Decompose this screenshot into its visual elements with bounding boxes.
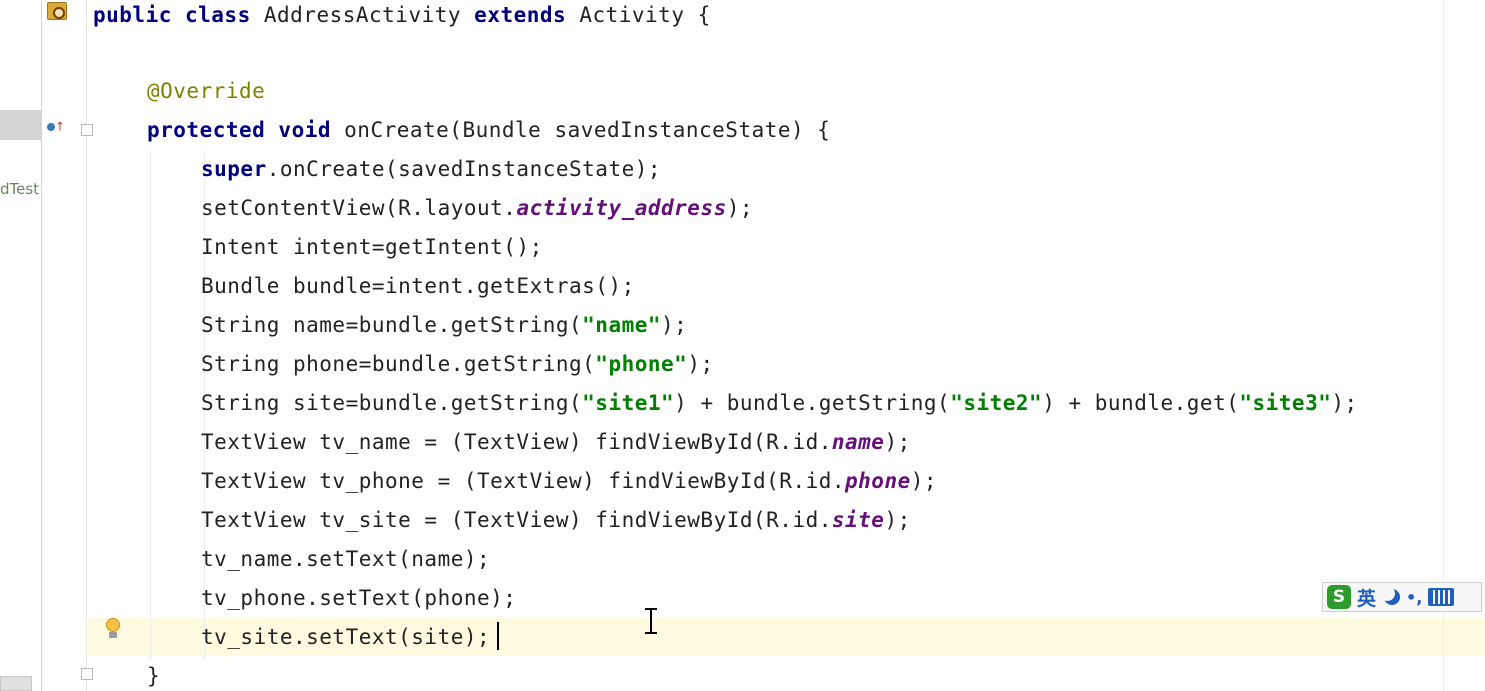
code-token: .onCreate(savedInstanceState); xyxy=(266,157,662,181)
text-caret xyxy=(497,622,499,650)
code-line[interactable]: TextView tv_name = (TextView) findViewBy… xyxy=(201,427,911,457)
code-line[interactable]: } xyxy=(147,661,160,691)
code-token: ) + bundle.getString( xyxy=(674,391,951,415)
indent-guide xyxy=(150,150,151,660)
code-line[interactable]: TextView tv_phone = (TextView) findViewB… xyxy=(201,466,937,496)
code-line[interactable]: tv_phone.setText(phone); xyxy=(201,583,516,613)
code-token: activity_address xyxy=(516,196,727,220)
ime-language-toggle[interactable]: 英 xyxy=(1357,584,1376,611)
project-tree-selected-row[interactable] xyxy=(0,110,42,140)
code-line[interactable]: Intent intent=getIntent(); xyxy=(201,232,543,262)
sogou-logo-icon[interactable]: S xyxy=(1327,585,1351,609)
code-token: "name" xyxy=(582,313,662,337)
code-token: extends xyxy=(474,3,580,27)
code-token: "site1" xyxy=(582,391,675,415)
code-token: ) + bundle.get( xyxy=(1042,391,1240,415)
code-token: "phone" xyxy=(595,352,688,376)
code-line[interactable]: setContentView(R.layout.activity_address… xyxy=(201,193,753,223)
panel-scroll-thumb[interactable] xyxy=(0,676,32,691)
editor-gutter[interactable]: ↑ xyxy=(43,0,120,691)
code-line[interactable]: protected void onCreate(Bundle savedInst… xyxy=(147,115,830,145)
code-token: tv_name.setText(name); xyxy=(201,547,491,571)
code-token: phone xyxy=(845,469,911,493)
code-token: tv_phone.setText(phone); xyxy=(201,586,517,610)
keyboard-icon[interactable] xyxy=(1428,588,1455,606)
code-line[interactable]: String phone=bundle.getString("phone"); xyxy=(201,349,714,379)
code-line[interactable]: Bundle bundle=intent.getExtras(); xyxy=(201,271,635,301)
code-token: ); xyxy=(884,430,911,454)
code-token: Bundle bundle=intent.getExtras(); xyxy=(201,274,635,298)
code-line[interactable]: String name=bundle.getString("name"); xyxy=(201,310,687,340)
code-token: Intent intent=getIntent(); xyxy=(201,235,543,259)
code-token: site xyxy=(831,508,885,532)
ibeam-cursor-icon xyxy=(644,608,658,634)
code-token: TextView tv_site = (TextView) findViewBy… xyxy=(201,508,832,532)
project-panel-edge: dTest xyxy=(0,0,42,691)
code-token: Activity { xyxy=(579,3,711,27)
code-token: super xyxy=(201,157,267,181)
code-token: ); xyxy=(687,352,714,376)
code-token: @Override xyxy=(147,79,266,103)
code-token: "site2" xyxy=(950,391,1043,415)
code-token: onCreate(Bundle savedInstanceState) { xyxy=(344,118,831,142)
code-line[interactable]: super.onCreate(savedInstanceState); xyxy=(201,154,661,184)
override-method-icon[interactable]: ↑ xyxy=(47,118,67,134)
code-line[interactable]: @Override xyxy=(147,76,265,106)
code-token: AddressActivity xyxy=(263,3,475,27)
code-token: TextView tv_phone = (TextView) findViewB… xyxy=(201,469,846,493)
code-line[interactable]: tv_name.setText(name); xyxy=(201,544,490,574)
code-token: } xyxy=(147,664,161,688)
code-token: "site3" xyxy=(1239,391,1332,415)
code-token: ); xyxy=(726,196,754,220)
code-line[interactable]: tv_site.setText(site); xyxy=(201,622,490,652)
code-editor[interactable]: public class AddressActivity extends Act… xyxy=(88,0,1485,691)
punctuation-icon[interactable]: •, xyxy=(1406,588,1422,607)
moon-icon[interactable] xyxy=(1380,586,1401,606)
code-token: ); xyxy=(910,469,938,493)
code-line[interactable]: TextView tv_site = (TextView) findViewBy… xyxy=(201,505,911,535)
code-token: TextView tv_name = (TextView) findViewBy… xyxy=(201,430,832,454)
code-token: ); xyxy=(661,313,688,337)
code-token: public class xyxy=(93,3,264,27)
ime-toolbar[interactable]: S 英 •, xyxy=(1322,582,1482,612)
code-line[interactable]: String site=bundle.getString("site1") + … xyxy=(201,388,1358,418)
class-file-icon xyxy=(47,2,67,20)
code-line[interactable]: public class AddressActivity extends Act… xyxy=(93,0,711,30)
code-token: String site=bundle.getString( xyxy=(201,391,583,415)
code-token: protected void xyxy=(147,118,345,142)
code-token: tv_site.setText(site); xyxy=(201,625,491,649)
code-token: String name=bundle.getString( xyxy=(201,313,583,337)
code-token: String phone=bundle.getString( xyxy=(201,352,596,376)
code-token: ); xyxy=(884,508,911,532)
project-tree-label[interactable]: dTest xyxy=(0,180,39,198)
code-token: ); xyxy=(1331,391,1358,415)
code-token: name xyxy=(831,430,885,454)
code-token: setContentView(R.layout. xyxy=(201,196,517,220)
